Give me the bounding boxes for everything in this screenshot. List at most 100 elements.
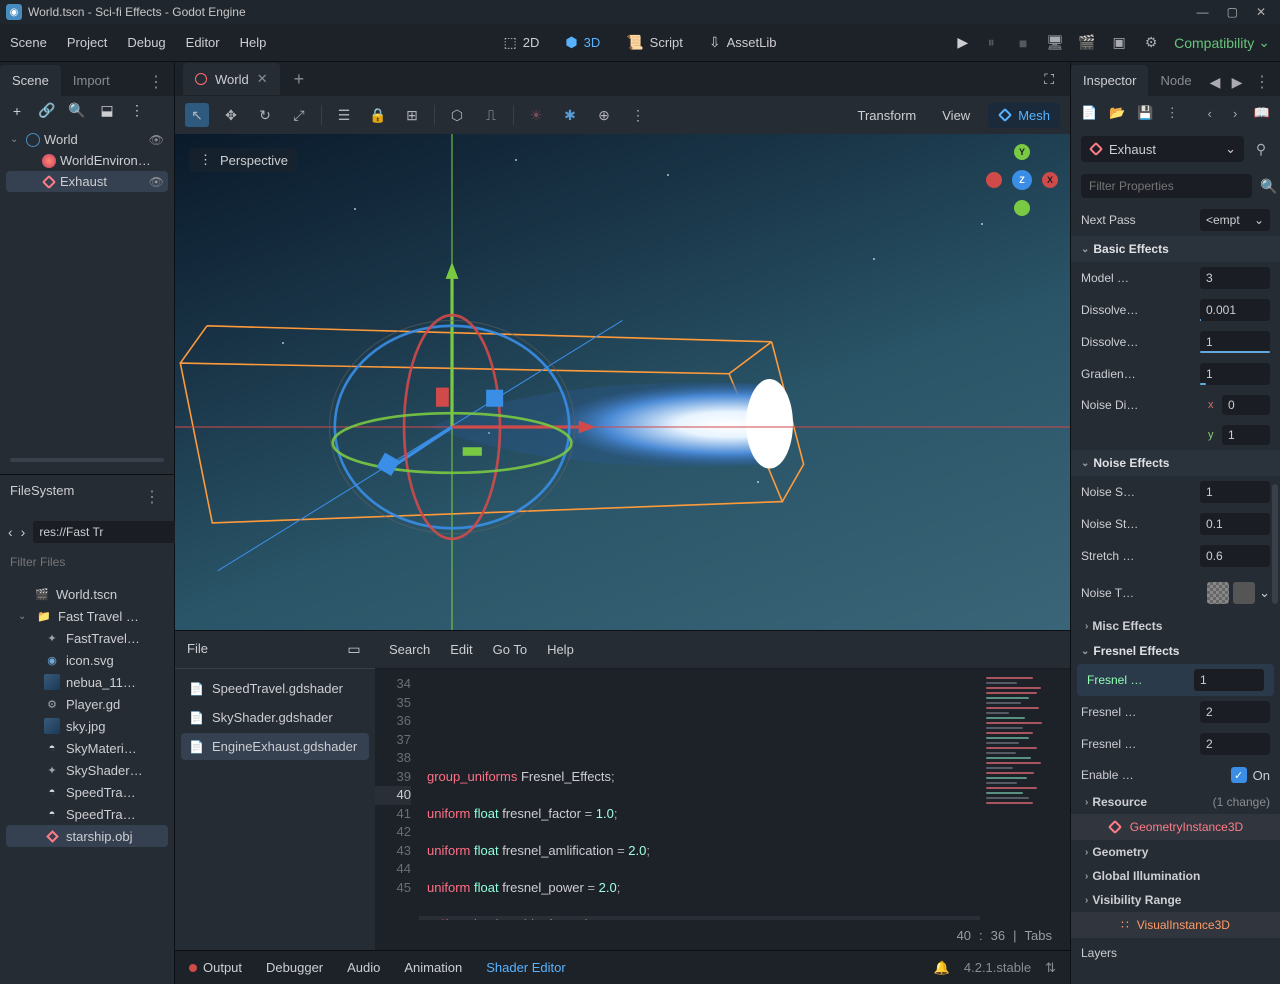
class-visual-instance[interactable]: ∷VisualInstance3D [1071, 912, 1280, 938]
code-edit-menu[interactable]: Edit [450, 642, 472, 657]
prop-noisedir-x[interactable]: 0 [1222, 395, 1270, 415]
menu-project[interactable]: Project [67, 35, 107, 50]
filesystem-options-icon[interactable]: ⋮ [140, 483, 164, 511]
section-visibility-range[interactable]: ›Visibility Range [1071, 888, 1280, 912]
workspace-3d[interactable]: ⬢3D [557, 28, 608, 57]
scale-tool-button[interactable]: ⤢ [287, 103, 311, 127]
tree-node-exhaust[interactable]: Exhaust 👁 [6, 171, 168, 192]
nav-x-neg-axis[interactable] [986, 172, 1002, 188]
workspace-assetlib[interactable]: ⇩AssetLib [701, 28, 785, 57]
code-text[interactable]: group_uniforms Fresnel_Effects; uniform … [419, 669, 980, 920]
shader-file-menu[interactable]: File [187, 641, 208, 658]
view-menu[interactable]: View [934, 104, 978, 127]
visibility-icon[interactable]: 👁 [149, 175, 164, 189]
prop-next-pass-value[interactable]: <empt⌄ [1200, 209, 1270, 231]
tab-node[interactable]: Node [1148, 65, 1203, 96]
viewport-nav-gizmo[interactable]: Y Z X [986, 144, 1058, 216]
renderer-dropdown[interactable]: Compatibility⌄ [1174, 34, 1270, 51]
code-search-menu[interactable]: Search [389, 642, 430, 657]
add-scene-tab-button[interactable]: + [288, 69, 311, 90]
prop-stretch[interactable]: 0.6 [1200, 545, 1270, 567]
workspace-2d[interactable]: ⬚2D [496, 28, 548, 57]
nav-y-axis[interactable]: Y [1014, 144, 1030, 160]
tab-animation[interactable]: Animation [404, 960, 462, 975]
prop-noise-s[interactable]: 1 [1200, 481, 1270, 503]
manage-object-icon[interactable]: ⚲ [1252, 140, 1270, 158]
search-icon[interactable]: 🔍 [1260, 177, 1277, 195]
inspector-extra-icon[interactable]: ⋮ [1166, 104, 1179, 122]
close-tab-button[interactable]: ✕ [257, 71, 268, 87]
play-scene-icon[interactable]: ▣ [1110, 34, 1128, 52]
tree-node-world[interactable]: ⌄ World 👁 [6, 129, 168, 150]
indent-mode[interactable]: Tabs [1025, 928, 1052, 943]
file-player-gd[interactable]: ⚙Player.gd [6, 693, 168, 715]
tab-import[interactable]: Import [61, 65, 122, 96]
shader-list-toggle-icon[interactable]: ▭ [345, 641, 363, 658]
tab-shader-editor[interactable]: Shader Editor [486, 960, 566, 975]
code-editor[interactable]: 34 35 36 37 38 39 40 41 42 43 44 45 grou… [375, 669, 1070, 920]
code-goto-menu[interactable]: Go To [493, 642, 527, 657]
shader-item-skyshader[interactable]: 📄SkyShader.gdshader [181, 704, 369, 731]
menu-editor[interactable]: Editor [186, 35, 220, 50]
nav-z-axis[interactable]: Z [1012, 170, 1032, 190]
new-resource-icon[interactable]: 📄 [1081, 104, 1097, 122]
tab-inspector[interactable]: Inspector [1071, 65, 1148, 96]
save-resource-icon[interactable]: 💾 [1137, 104, 1153, 122]
minimize-button[interactable]: — [1197, 5, 1209, 19]
dock-options-icon[interactable]: ⋮ [144, 68, 168, 96]
tab-audio[interactable]: Audio [347, 960, 380, 975]
nav-back-button[interactable]: ‹ [8, 524, 13, 540]
distraction-free-button[interactable]: ⛶ [1036, 67, 1062, 92]
movie-maker-icon[interactable]: 🎬 [1078, 34, 1096, 52]
nav-x-axis[interactable]: X [1042, 172, 1058, 188]
prop-model[interactable]: 3 [1200, 267, 1270, 289]
lock-button[interactable]: 🔒 [366, 103, 390, 127]
folder-fast-travel[interactable]: ⌄📁Fast Travel … [6, 605, 168, 627]
section-misc-effects[interactable]: ›Misc Effects [1071, 614, 1280, 638]
visibility-icon[interactable]: 👁 [149, 133, 164, 147]
prop-dissolve1[interactable]: 0.001 [1200, 299, 1270, 321]
history-prev-icon[interactable]: ‹ [1203, 104, 1216, 122]
section-global-illumination[interactable]: ›Global Illumination [1071, 864, 1280, 888]
open-scene-tab[interactable]: World ✕ [183, 63, 280, 95]
file-skymaterial[interactable]: ◓SkyMateri… [6, 737, 168, 759]
instance-scene-button[interactable]: 🔗 [38, 102, 56, 119]
inspector-scrollbar[interactable] [1272, 484, 1278, 604]
scene-scrollbar[interactable] [10, 458, 164, 462]
file-skyshader[interactable]: ✦SkyShader… [6, 759, 168, 781]
attach-script-button[interactable]: 🔍 [68, 102, 86, 119]
menu-debug[interactable]: Debug [127, 35, 165, 50]
preview-sun-button[interactable]: ☀ [524, 103, 548, 127]
snap-ground-button[interactable]: ⎍ [479, 103, 503, 127]
viewport-more-icon[interactable]: ⋮ [626, 103, 650, 127]
inspected-object-dropdown[interactable]: Exhaust ⌄ [1081, 136, 1244, 162]
section-geometry[interactable]: ›Geometry [1071, 840, 1280, 864]
expand-icon[interactable]: ⌄ [10, 134, 22, 145]
rotate-tool-button[interactable]: ↻ [253, 103, 277, 127]
prop-enable-fresnel[interactable]: ✓On [1231, 767, 1270, 783]
prop-noise-st[interactable]: 0.1 [1200, 513, 1270, 535]
move-tool-button[interactable]: ✥ [219, 103, 243, 127]
notification-bell-icon[interactable]: 🔔 [934, 960, 950, 976]
group-button[interactable]: ⊞ [400, 103, 424, 127]
section-fresnel-effects[interactable]: ⌄Fresnel Effects [1071, 638, 1280, 664]
docs-icon[interactable]: 📖 [1254, 104, 1270, 122]
history-back-icon[interactable]: ◀ [1206, 73, 1224, 91]
code-minimap[interactable] [980, 669, 1070, 920]
scene-toolbar-extra-icon[interactable]: ⬓ [98, 102, 116, 119]
select-tool-button[interactable]: ↖ [185, 103, 209, 127]
bottom-panel-toggle-icon[interactable]: ⇅ [1045, 960, 1056, 976]
stop-button[interactable]: ■ [1014, 34, 1032, 52]
prop-noisedir-y[interactable]: 1 [1222, 425, 1270, 445]
filter-files-input[interactable] [8, 551, 167, 573]
scene-more-icon[interactable]: ⋮ [128, 102, 146, 119]
inspector-dock-options-icon[interactable]: ⋮ [1250, 68, 1274, 96]
tree-node-worldenv[interactable]: WorldEnviron… [6, 150, 168, 171]
load-resource-icon[interactable]: 📂 [1109, 104, 1125, 122]
code-help-menu[interactable]: Help [547, 642, 574, 657]
file-sky-jpg[interactable]: sky.jpg [6, 715, 168, 737]
snap-3d-button[interactable]: ⬡ [445, 103, 469, 127]
expand-icon[interactable]: ⌄ [18, 611, 30, 622]
play-button[interactable]: ▶ [957, 34, 968, 51]
filter-properties-input[interactable] [1081, 174, 1252, 198]
